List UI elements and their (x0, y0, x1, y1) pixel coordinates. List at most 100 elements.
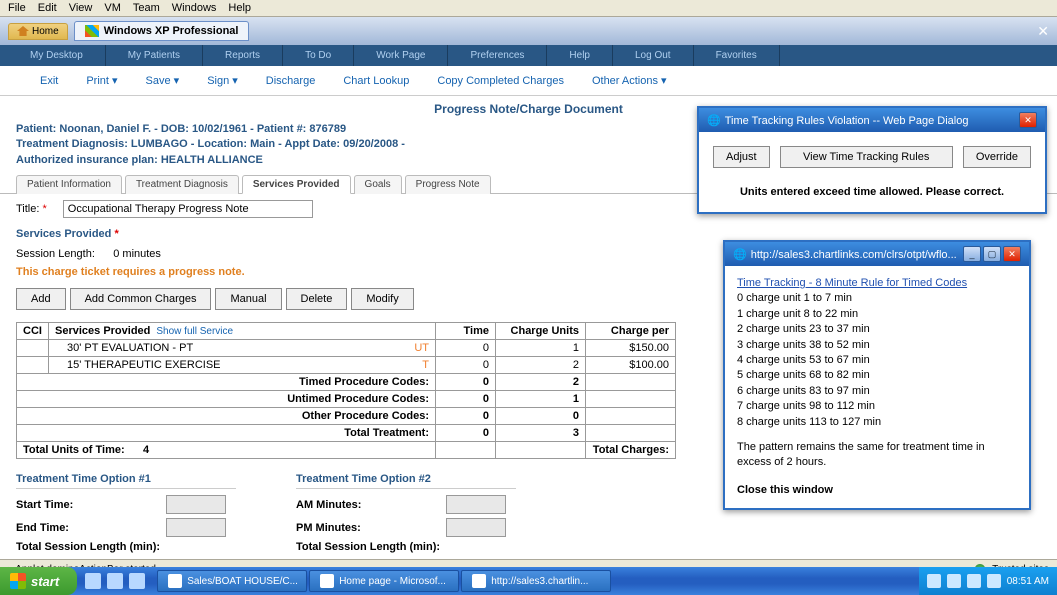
explorer-icon[interactable] (129, 573, 145, 589)
app-toolbar: Exit Print ▾ Save ▾ Sign ▾ Discharge Chart Lo… (0, 66, 1057, 96)
system-tray: 08:51 AM (919, 567, 1057, 595)
time-option-1-head: Treatment Time Option #1 (16, 473, 236, 489)
menu-vm[interactable]: VM (104, 2, 121, 14)
total-session-length-2: Total Session Length (min): (296, 541, 446, 553)
toolbar-discharge[interactable]: Discharge (266, 75, 316, 87)
tab-treatment-diagnosis[interactable]: Treatment Diagnosis (125, 175, 239, 194)
menu-help[interactable]: Help (228, 2, 251, 14)
service-row[interactable]: 30' PT EVALUATION - PTUT01$150.00 (17, 340, 676, 357)
time-tracking-rules-popup: 🌐http://sales3.chartlinks.com/clrs/otpt/… (723, 240, 1031, 510)
tray-icon[interactable] (987, 574, 1001, 588)
rule-line: 8 charge units 113 to 127 min (737, 415, 1017, 430)
vm-guest-tab[interactable]: Windows XP Professional (74, 21, 250, 41)
end-time-input[interactable] (166, 518, 226, 537)
menu-view[interactable]: View (69, 2, 93, 14)
quick-launch (77, 567, 153, 595)
menu-team[interactable]: Team (133, 2, 160, 14)
rule-line: 0 charge unit 1 to 7 min (737, 291, 1017, 306)
summary-row: Untimed Procedure Codes:01 (17, 391, 676, 408)
pm-minutes-label: PM Minutes: (296, 522, 446, 534)
vm-close-icon[interactable]: ✕ (1037, 23, 1049, 40)
nav-to-do[interactable]: To Do (283, 45, 354, 66)
popup-minimize-icon[interactable]: _ (963, 246, 981, 262)
col-time: Time (436, 323, 496, 340)
toolbar-sign[interactable]: Sign ▾ (207, 75, 238, 87)
summary-row: Total Treatment:03 (17, 425, 676, 442)
end-time-label: End Time: (16, 522, 166, 534)
col-cci: CCI (17, 323, 49, 340)
menu-file[interactable]: File (8, 2, 26, 14)
tab-goals[interactable]: Goals (354, 175, 402, 194)
col-service: Services ProvidedShow full Service (49, 323, 436, 340)
popup-titlebar[interactable]: 🌐http://sales3.chartlinks.com/clrs/otpt/… (725, 242, 1029, 266)
modify-button[interactable]: Modify (351, 288, 413, 310)
toolbar-chart[interactable]: Chart Lookup (343, 75, 409, 87)
total-session-length-1: Total Session Length (min): (16, 541, 166, 553)
nav-favorites[interactable]: Favorites (694, 45, 780, 66)
total-charges-label: Total Charges: (586, 442, 676, 459)
total-units-of-time: Total Units of Time: 4 (17, 442, 436, 459)
taskbar-button[interactable]: http://sales3.chartlin... (461, 570, 611, 592)
popup-maximize-icon[interactable]: ▢ (983, 246, 1001, 262)
add-button[interactable]: Add (16, 288, 66, 310)
menu-windows[interactable]: Windows (172, 2, 217, 14)
vm-home-tab[interactable]: Home (8, 23, 68, 40)
show-full-service-link[interactable]: Show full Service (156, 326, 233, 337)
service-row[interactable]: 15' THERAPEUTIC EXERCISET02$100.00 (17, 357, 676, 374)
taskbar-clock: 08:51 AM (1007, 576, 1049, 587)
nav-log-out[interactable]: Log Out (613, 45, 694, 66)
vm-tab-bar: Home Windows XP Professional ✕ (0, 17, 1057, 45)
toolbar-save[interactable]: Save ▾ (146, 75, 180, 87)
manual-button[interactable]: Manual (215, 288, 281, 310)
toolbar-print[interactable]: Print ▾ (86, 75, 117, 87)
rule-line: 2 charge units 23 to 37 min (737, 322, 1017, 337)
services-table: CCI Services ProvidedShow full Service T… (16, 322, 676, 459)
popup-close-icon[interactable]: ✕ (1003, 246, 1021, 262)
tray-icon[interactable] (967, 574, 981, 588)
windows-taskbar: start Sales/BOAT HOUSE/C...Home page - M… (0, 567, 1057, 595)
tray-icon[interactable] (927, 574, 941, 588)
nav-my-desktop[interactable]: My Desktop (8, 45, 106, 66)
add-common-charges-button[interactable]: Add Common Charges (70, 288, 212, 310)
summary-row: Timed Procedure Codes:02 (17, 374, 676, 391)
time-option-2-head: Treatment Time Option #2 (296, 473, 516, 489)
tab-patient-information[interactable]: Patient Information (16, 175, 122, 194)
nav-work-page[interactable]: Work Page (354, 45, 448, 66)
title-input[interactable] (63, 200, 313, 218)
delete-button[interactable]: Delete (286, 288, 348, 310)
override-button[interactable]: Override (963, 146, 1031, 168)
start-time-label: Start Time: (16, 499, 166, 511)
nav-help[interactable]: Help (547, 45, 613, 66)
start-time-input[interactable] (166, 495, 226, 514)
col-charge-per: Charge per (586, 323, 676, 340)
rule-line: 1 charge unit 8 to 22 min (737, 307, 1017, 322)
menu-edit[interactable]: Edit (38, 2, 57, 14)
dialog-titlebar[interactable]: 🌐Time Tracking Rules Violation -- Web Pa… (699, 108, 1045, 132)
am-minutes-input[interactable] (446, 495, 506, 514)
am-minutes-label: AM Minutes: (296, 499, 446, 511)
tab-progress-note[interactable]: Progress Note (405, 175, 491, 194)
col-charge-units: Charge Units (496, 323, 586, 340)
title-label: Title: * (16, 203, 47, 215)
dialog-close-icon[interactable]: ✕ (1019, 112, 1037, 128)
toolbar-copy[interactable]: Copy Completed Charges (437, 75, 564, 87)
tray-icon[interactable] (947, 574, 961, 588)
app-nav: My DesktopMy PatientsReportsTo DoWork Pa… (0, 45, 1057, 66)
nav-reports[interactable]: Reports (203, 45, 283, 66)
nav-my-patients[interactable]: My Patients (106, 45, 203, 66)
rule-line: 7 charge units 98 to 112 min (737, 399, 1017, 414)
taskbar-button[interactable]: Sales/BOAT HOUSE/C... (157, 570, 307, 592)
close-this-window-link[interactable]: Close this window (737, 483, 1017, 498)
tab-services-provided[interactable]: Services Provided (242, 175, 351, 194)
toolbar-other[interactable]: Other Actions ▾ (592, 75, 667, 87)
ie-icon[interactable] (85, 573, 101, 589)
view-time-tracking-rules-button[interactable]: View Time Tracking Rules (780, 146, 953, 168)
rule-line: 6 charge units 83 to 97 min (737, 384, 1017, 399)
pm-minutes-input[interactable] (446, 518, 506, 537)
adjust-button[interactable]: Adjust (713, 146, 770, 168)
taskbar-button[interactable]: Home page - Microsof... (309, 570, 459, 592)
desktop-icon[interactable] (107, 573, 123, 589)
start-button[interactable]: start (0, 567, 77, 595)
nav-preferences[interactable]: Preferences (448, 45, 547, 66)
toolbar-exit[interactable]: Exit (40, 75, 58, 87)
